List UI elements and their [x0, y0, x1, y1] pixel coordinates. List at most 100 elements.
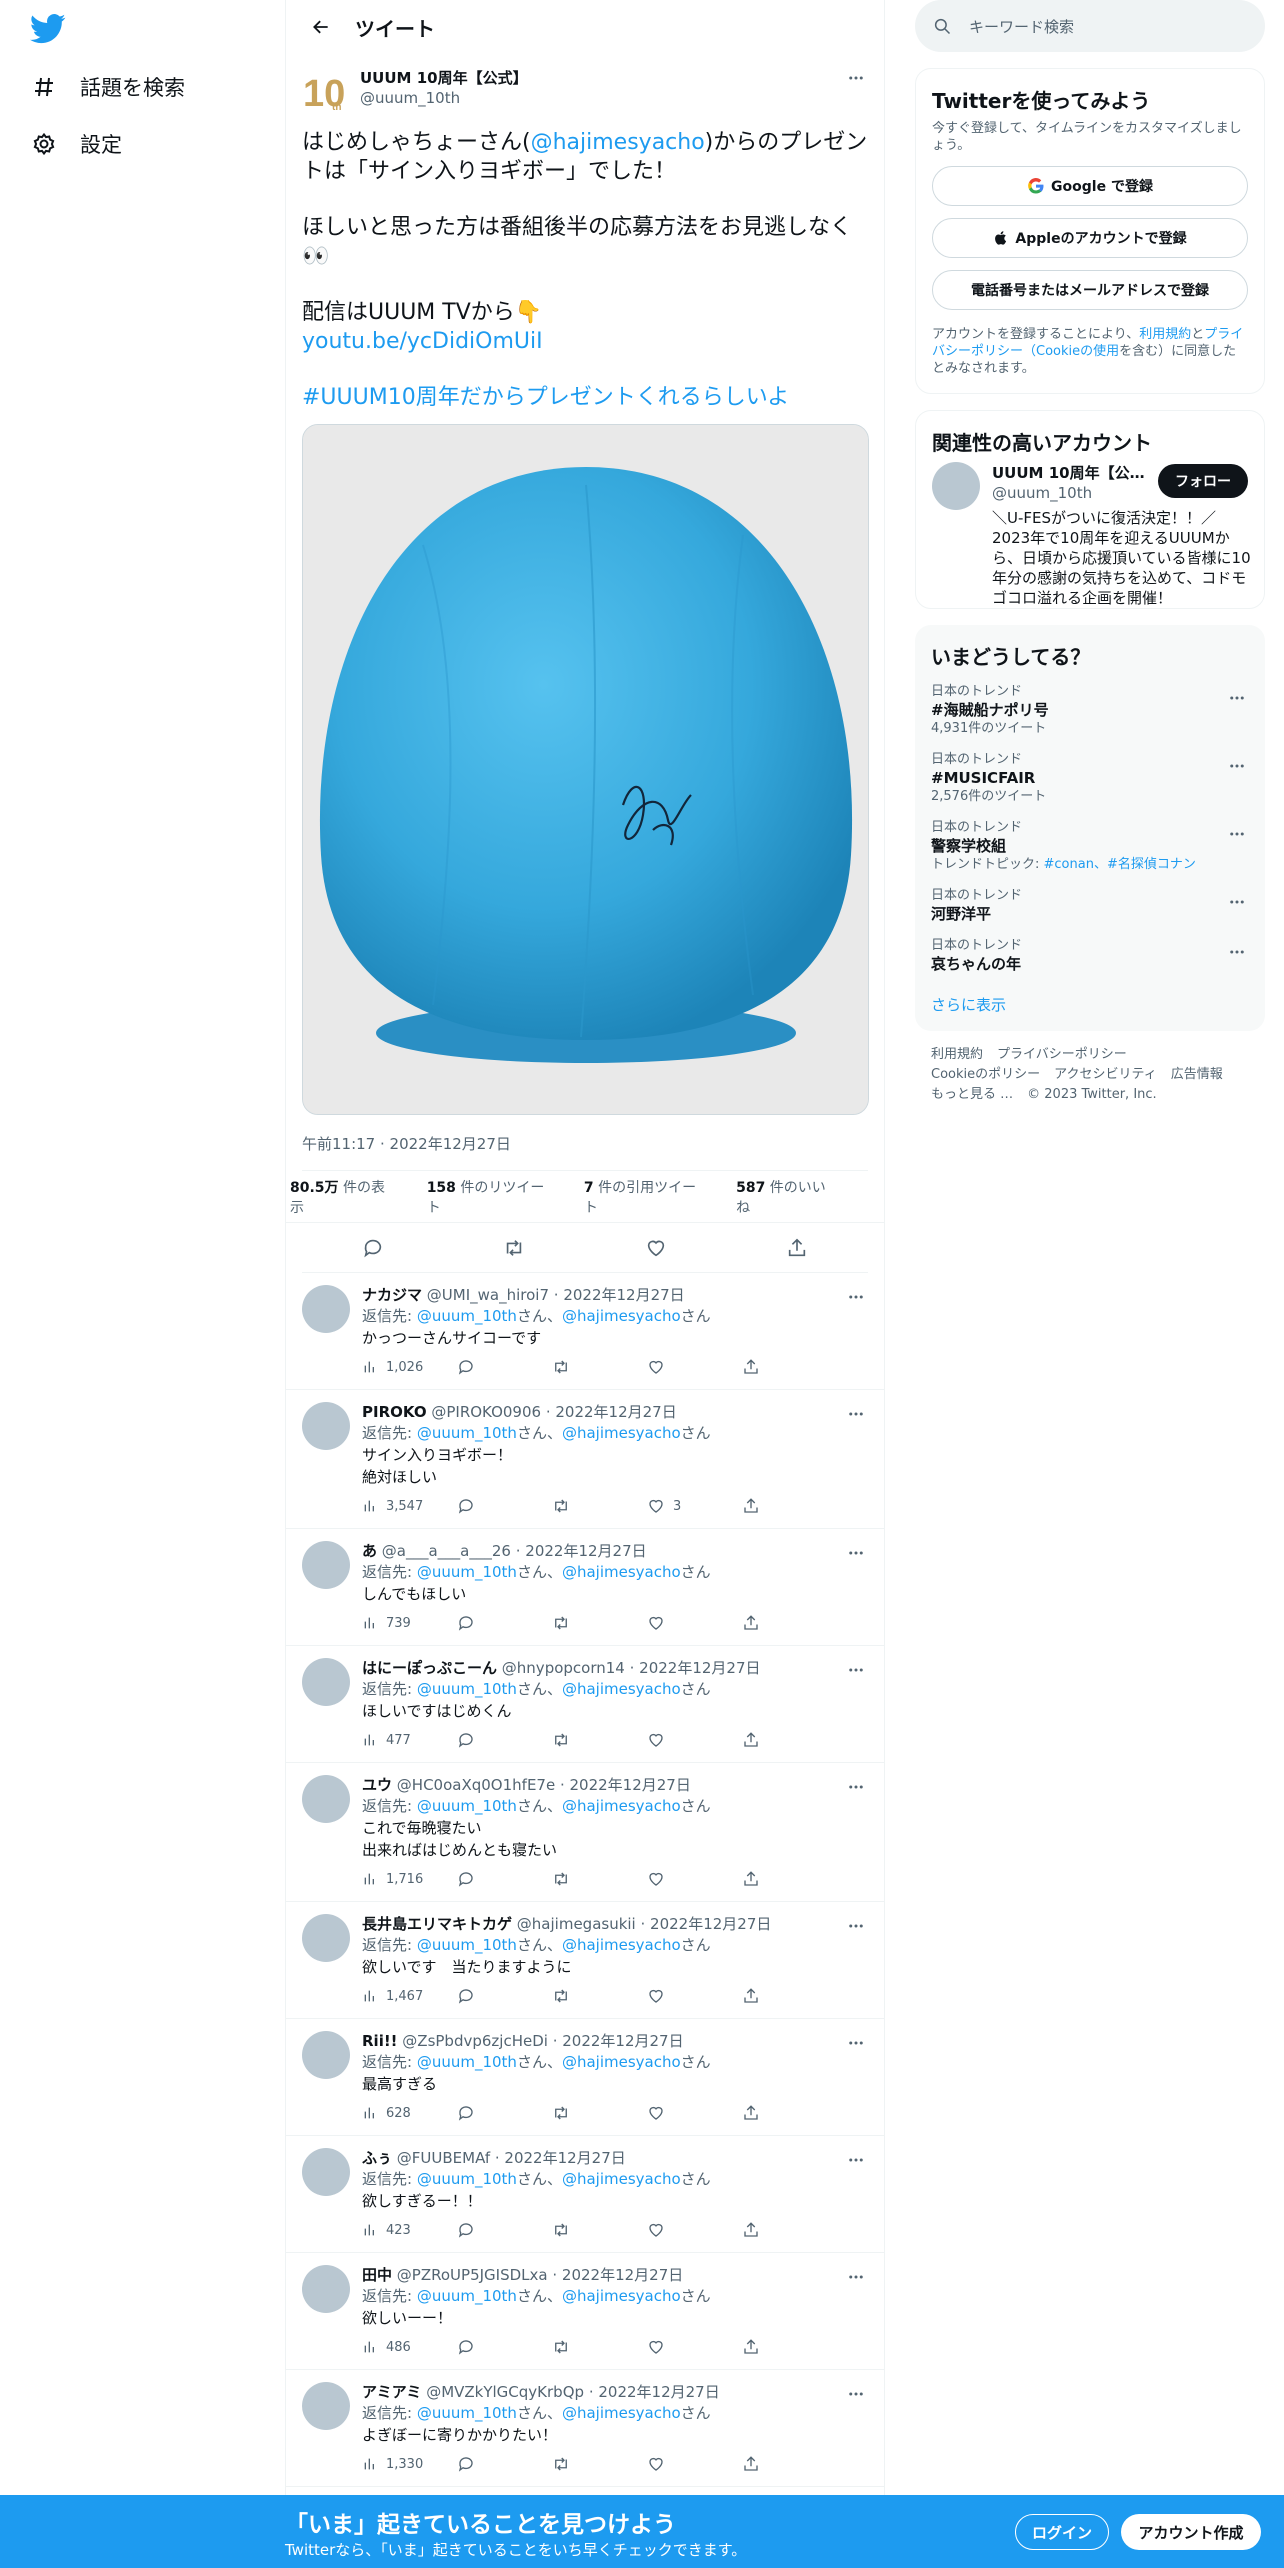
avatar[interactable] — [302, 1658, 350, 1706]
search-input[interactable]: キーワード検索 — [915, 0, 1265, 52]
mention-link[interactable]: @hajimesyacho — [562, 2053, 681, 2071]
related-name[interactable]: UUUM 10周年【公式… — [992, 462, 1152, 483]
reply-author-handle[interactable]: @UMI_wa_hiroi7 — [427, 1286, 549, 1304]
footer-link[interactable]: アクセシビリティ — [1054, 1067, 1157, 1082]
reply-tweet[interactable]: 長井島エリマキトカゲ @hajimegasukii · 2022年12月27日 … — [286, 1902, 884, 2019]
likes-stat[interactable]: 587 件のいいね — [736, 1177, 848, 1217]
mention-link[interactable]: @hajimesyacho — [531, 130, 705, 155]
views-icon[interactable]: 423 — [362, 2222, 457, 2238]
phone-email-signup-button[interactable]: 電話番号またはメールアドレスで登録 — [932, 270, 1248, 310]
like-icon[interactable] — [647, 2455, 742, 2473]
mention-link[interactable]: @uuum_10th — [417, 2404, 517, 2422]
mention-link[interactable]: @hajimesyacho — [562, 1424, 681, 1442]
mention-link[interactable]: @uuum_10th — [417, 1563, 517, 1581]
reply-author-handle[interactable]: @FUUBEMAf — [397, 2149, 490, 2167]
mention-link[interactable]: @hajimesyacho — [562, 2170, 681, 2188]
avatar[interactable] — [932, 462, 980, 510]
avatar[interactable] — [302, 1402, 350, 1450]
mention-link[interactable]: @uuum_10th — [417, 2287, 517, 2305]
reply-date[interactable]: · 2022年12月27日 — [549, 1286, 685, 1304]
retweet-icon[interactable] — [552, 1497, 647, 1515]
google-signup-button[interactable]: Google で登録 — [932, 166, 1248, 206]
share-icon[interactable] — [742, 2221, 837, 2239]
mention-link[interactable]: @uuum_10th — [417, 2053, 517, 2071]
like-icon[interactable] — [647, 2104, 742, 2122]
mention-link[interactable]: @uuum_10th — [417, 1680, 517, 1698]
reply-tweet[interactable]: アミアミ @MVZkYlGCqyKrbQp · 2022年12月27日 返信先:… — [286, 2370, 884, 2487]
retweet-icon[interactable] — [552, 2455, 647, 2473]
trend-item[interactable]: 日本のトレンド 哀ちゃんの年 — [931, 938, 1249, 974]
reply-date[interactable]: · 2022年12月27日 — [541, 1403, 677, 1421]
hashtag-link[interactable]: #UUUM10周年だからプレゼントくれるらしいよ — [302, 383, 868, 412]
reply-author-name[interactable]: あ — [362, 1542, 377, 1560]
reply-author-name[interactable]: アミアミ — [362, 2383, 421, 2401]
more-options-icon[interactable] — [844, 2265, 868, 2289]
share-icon[interactable] — [742, 1614, 837, 1632]
twitter-logo-icon[interactable] — [30, 14, 66, 44]
share-icon[interactable] — [742, 1497, 837, 1515]
reply-icon[interactable] — [457, 2338, 552, 2356]
nav-settings[interactable]: 設定 — [30, 124, 122, 164]
retweet-icon[interactable] — [552, 1987, 647, 2005]
avatar[interactable] — [302, 1541, 350, 1589]
more-options-icon[interactable] — [844, 1914, 868, 1938]
reply-author-handle[interactable]: @PIROKO0906 — [431, 1403, 541, 1421]
reply-author-handle[interactable]: @PZRoUP5JGISDLxa — [397, 2266, 548, 2284]
more-options-icon[interactable] — [844, 2382, 868, 2406]
reply-date[interactable]: · 2022年12月27日 — [555, 1776, 691, 1794]
reply-icon[interactable] — [457, 2221, 552, 2239]
back-arrow-icon[interactable] — [301, 7, 341, 47]
retweet-icon[interactable] — [552, 2338, 647, 2356]
related-account[interactable]: UUUM 10周年【公式… @uuum_10th フォロー ＼U-FESがついに… — [932, 462, 1251, 607]
trend-item[interactable]: 日本のトレンド #海賊船ナポリ号 4,931件のツイート — [931, 684, 1249, 738]
reply-icon[interactable] — [457, 1497, 552, 1515]
reply-author-handle[interactable]: @ZsPbdvp6zjcHeDi — [402, 2032, 548, 2050]
retweet-icon[interactable] — [552, 1731, 647, 1749]
uuum-10th-avatar[interactable]: 10th — [302, 66, 350, 115]
author-name[interactable]: UUUM 10周年【公式】 — [360, 68, 528, 88]
reply-author-name[interactable]: はにーぽっぷこーん — [362, 1659, 497, 1677]
mention-link[interactable]: @uuum_10th — [417, 1307, 517, 1325]
reply-author-name[interactable]: ふぅ — [362, 2149, 392, 2167]
terms-link[interactable]: 利用規約 — [1139, 327, 1191, 342]
reply-date[interactable]: · 2022年12月27日 — [511, 1542, 647, 1560]
more-options-icon[interactable] — [844, 1402, 868, 1426]
like-icon[interactable] — [647, 1731, 742, 1749]
footer-link[interactable]: Cookieのポリシー — [931, 1067, 1040, 1082]
footer-link[interactable]: 利用規約 — [931, 1047, 983, 1062]
views-icon[interactable]: 1,716 — [362, 1871, 457, 1887]
avatar[interactable] — [302, 1285, 350, 1333]
reply-tweet[interactable]: ユウ @HC0oaXq0O1hfE7e · 2022年12月27日 返信先: @… — [286, 1763, 884, 1902]
more-options-icon[interactable] — [844, 1658, 868, 1682]
more-options-icon[interactable] — [844, 1285, 868, 1309]
nav-explore[interactable]: 話題を検索 — [30, 67, 185, 107]
reply-date[interactable]: · 2022年12月27日 — [490, 2149, 626, 2167]
reply-author-handle[interactable]: @a___a___a___26 — [382, 1542, 511, 1560]
reply-author-name[interactable]: Rii!! — [362, 2032, 398, 2050]
avatar[interactable] — [302, 2382, 350, 2430]
like-icon[interactable] — [647, 1987, 742, 2005]
footer-link[interactable]: プライバシーポリシー — [997, 1047, 1127, 1062]
mention-link[interactable]: @hajimesyacho — [562, 2287, 681, 2305]
like-icon[interactable]: 3 — [647, 1497, 742, 1515]
retweets-stat[interactable]: 158 件のリツイート — [427, 1177, 564, 1217]
reply-author-handle[interactable]: @HC0oaXq0O1hfE7e — [397, 1776, 555, 1794]
related-handle[interactable]: @uuum_10th — [992, 484, 1092, 502]
like-icon[interactable] — [647, 1614, 742, 1632]
views-icon[interactable]: 486 — [362, 2339, 457, 2355]
retweet-icon[interactable] — [552, 1614, 647, 1632]
more-options-icon[interactable] — [1225, 890, 1249, 914]
mention-link[interactable]: @uuum_10th — [417, 1797, 517, 1815]
share-icon[interactable] — [742, 2455, 837, 2473]
login-button[interactable]: ログイン — [1015, 2514, 1109, 2550]
reply-icon[interactable] — [457, 1987, 552, 2005]
share-icon[interactable] — [742, 1870, 837, 1888]
reply-author-name[interactable]: 田中 — [362, 2266, 392, 2284]
like-icon[interactable] — [639, 1231, 673, 1265]
views-icon[interactable]: 1,026 — [362, 1359, 457, 1375]
reply-tweet[interactable]: はにーぽっぷこーん @hnypopcorn14 · 2022年12月27日 返信… — [286, 1646, 884, 1763]
reply-author-name[interactable]: 長井島エリマキトカゲ — [362, 1915, 512, 1933]
avatar[interactable] — [302, 1775, 350, 1823]
quotes-stat[interactable]: 7 件の引用ツイート — [584, 1177, 716, 1217]
views-icon[interactable]: 628 — [362, 2105, 457, 2121]
